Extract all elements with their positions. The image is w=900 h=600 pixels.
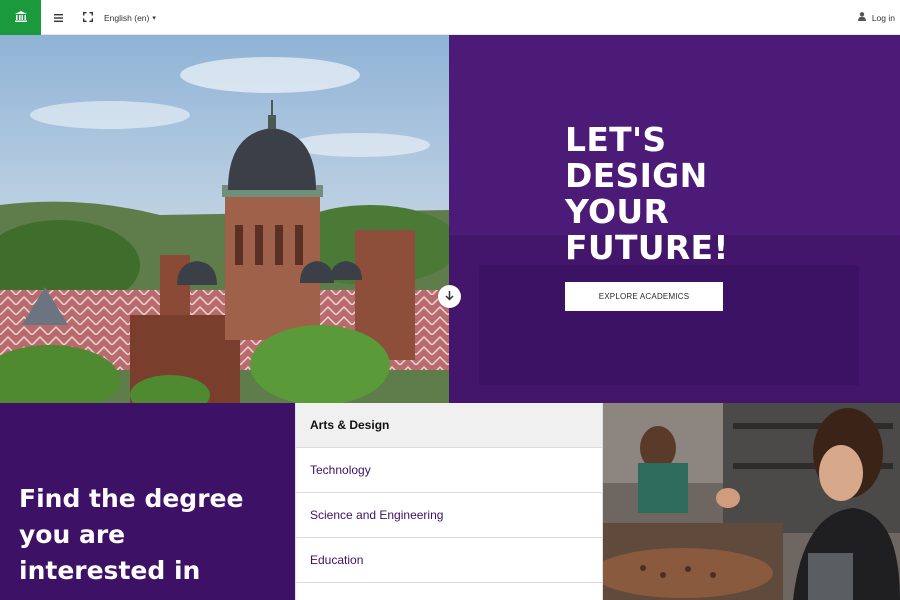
degree-item-education[interactable]: Education [296, 538, 602, 583]
menu-toggle-button[interactable] [50, 0, 66, 35]
degree-heading-line: Find the degree [19, 484, 244, 513]
fullscreen-icon [82, 9, 94, 27]
degree-item-arts-design[interactable]: Arts & Design [296, 403, 602, 448]
arrow-down-icon [444, 288, 455, 306]
hamburger-icon [53, 9, 63, 27]
chevron-down-icon: ▾ [152, 14, 156, 22]
language-menu[interactable]: English (en) ▾ [104, 0, 156, 35]
language-label: English (en) [104, 12, 150, 23]
explore-academics-button[interactable]: EXPLORE ACADEMICS [565, 282, 723, 311]
degree-heading: Find the degree you are interested in [19, 481, 289, 589]
degree-item-science-engineering[interactable]: Science and Engineering [296, 493, 602, 538]
degree-finder-panel: Find the degree you are interested in [0, 403, 295, 600]
top-navbar: English (en) ▾ Log in [0, 0, 900, 35]
degree-item-technology[interactable]: Technology [296, 448, 602, 493]
hero-heading-line: FUTURE! [565, 228, 729, 267]
user-icon [857, 12, 866, 23]
hero-heading-line: DESIGN [565, 156, 708, 195]
login-link[interactable]: Log in [857, 0, 895, 35]
login-label: Log in [871, 12, 895, 23]
scroll-down-button[interactable] [438, 285, 461, 308]
hero-heading-line: YOUR [565, 192, 670, 231]
degree-heading-line: you are [19, 520, 126, 549]
home-button[interactable] [0, 0, 41, 35]
degree-category-list: Arts & Design Technology Science and Eng… [295, 403, 603, 600]
hero-campus-photo [0, 35, 449, 403]
hero-heading-line: LET'S [565, 120, 667, 159]
institution-icon [14, 9, 27, 27]
degree-heading-line: interested in [19, 556, 201, 585]
arts-studio-photo [603, 403, 900, 600]
fullscreen-button[interactable] [80, 0, 96, 35]
hero-heading: LET'S DESIGN YOUR FUTURE! [565, 122, 865, 266]
